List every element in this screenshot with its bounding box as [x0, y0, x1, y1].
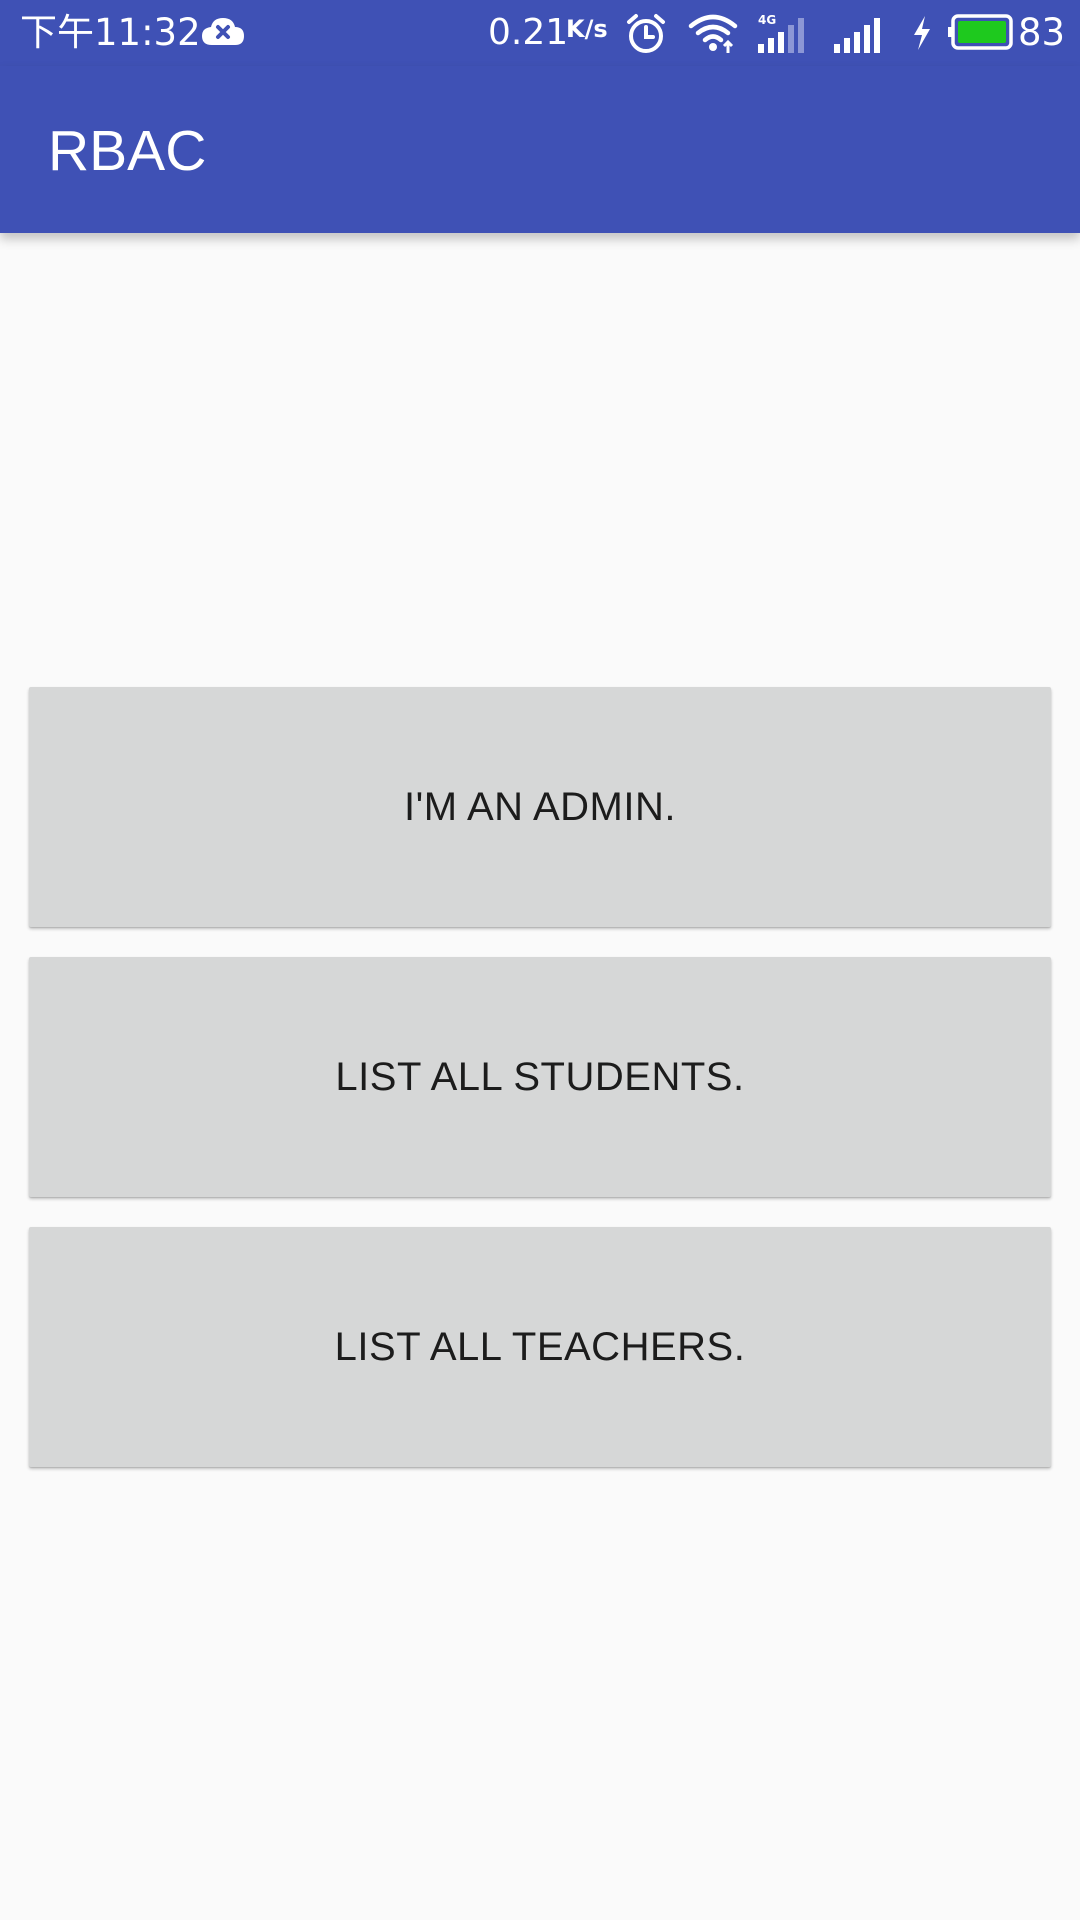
battery-icon: [946, 14, 1014, 50]
charging-icon: [910, 14, 934, 52]
4g-signal-icon: 4G: [756, 12, 812, 54]
cloud-sync-error-icon: [200, 15, 246, 49]
net-speed-value: 0.21: [488, 12, 569, 53]
battery-fill: [958, 21, 1006, 43]
status-bar: 下午11:32 0.21 K/s 4G 83: [0, 0, 1080, 66]
4g-label: 4G: [758, 13, 776, 27]
button-list: I'M AN ADMIN. LIST ALL STUDENTS. LIST AL…: [29, 687, 1051, 1497]
admin-button[interactable]: I'M AN ADMIN.: [29, 687, 1051, 927]
alarm-icon: [624, 12, 668, 56]
list-teachers-button[interactable]: LIST ALL TEACHERS.: [29, 1227, 1051, 1467]
cell-signal-icon: [832, 12, 888, 54]
net-speed-unit: K/s: [566, 15, 608, 43]
wifi-icon: [688, 12, 738, 54]
status-time: 下午11:32: [20, 11, 201, 54]
app-bar: RBAC: [0, 66, 1080, 233]
app-title: RBAC: [48, 119, 207, 183]
list-students-button[interactable]: LIST ALL STUDENTS.: [29, 957, 1051, 1197]
battery-percent: 83: [1018, 11, 1066, 54]
app-screen: 下午11:32 0.21 K/s 4G 83 RBAC I'M AN ADMIN…: [0, 0, 1080, 1920]
